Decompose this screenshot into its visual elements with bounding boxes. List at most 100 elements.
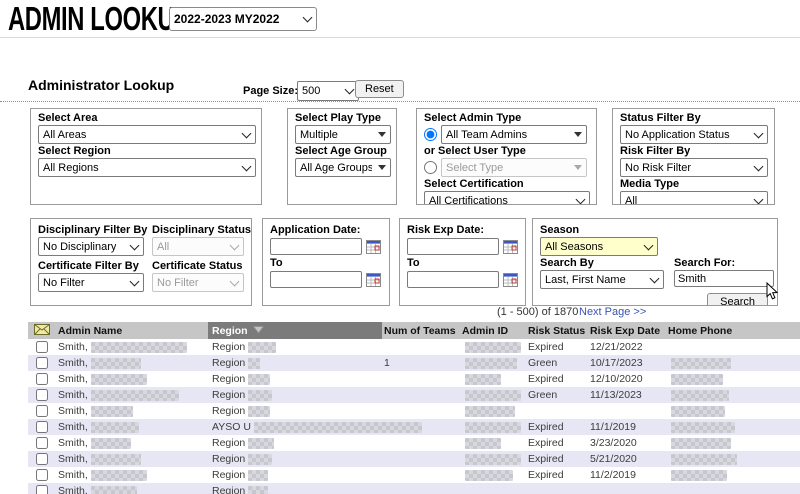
risk-status-cell: Expired: [528, 469, 590, 481]
row-checkbox[interactable]: [36, 389, 48, 401]
search-by-select[interactable]: Last, First Name: [540, 270, 664, 289]
col-risk-status[interactable]: Risk Status: [528, 325, 590, 337]
select-value: All Areas: [43, 129, 86, 141]
email-selected-header[interactable]: [28, 324, 56, 338]
user-type-select: Select Type: [441, 158, 587, 177]
admin-id-cell: [462, 422, 528, 433]
status-filter-select[interactable]: No Application Status: [620, 125, 768, 144]
admin-type-panel: Select Admin Type All Team Admins or Sel…: [416, 108, 597, 205]
row-checkbox[interactable]: [36, 453, 48, 465]
col-num-teams[interactable]: Num of Teams: [382, 325, 462, 337]
risk-exp-from-input[interactable]: [407, 238, 499, 255]
region-cell: Region: [208, 437, 382, 449]
select-value: All: [157, 241, 169, 253]
region-text: Region: [212, 405, 245, 417]
redacted-name: [91, 342, 187, 353]
redacted-region: [248, 438, 274, 449]
risk-exp-to-input[interactable]: [407, 271, 499, 288]
area-label: Select Area: [38, 112, 254, 125]
risk-exp-cell: 3/23/2020: [590, 437, 668, 449]
play-type-select[interactable]: Multiple: [295, 125, 391, 144]
col-risk-exp-date[interactable]: Risk Exp Date: [590, 325, 668, 337]
redacted-admin-id: [465, 358, 517, 369]
search-by-label: Search By: [540, 257, 672, 270]
risk-exp-cell: 11/13/2023: [590, 389, 668, 401]
age-group-label: Select Age Group: [295, 145, 389, 158]
area-select[interactable]: All Areas: [38, 125, 256, 144]
dotted-divider: [0, 101, 800, 102]
next-page-link[interactable]: Next Page >>: [579, 306, 646, 318]
row-select-cell: [28, 485, 56, 494]
row-checkbox[interactable]: [36, 485, 48, 494]
reset-button[interactable]: Reset: [355, 80, 404, 98]
region-cell: Region: [208, 389, 382, 401]
calendar-icon[interactable]: [503, 273, 518, 287]
admin-name-cell: Smith,: [56, 453, 208, 465]
row-checkbox[interactable]: [36, 357, 48, 369]
page-size-select[interactable]: 500: [297, 81, 359, 101]
status-filter-label: Status Filter By: [620, 112, 767, 125]
certificate-status-select: No Filter: [152, 273, 244, 292]
search-for-input[interactable]: [674, 270, 774, 287]
row-checkbox[interactable]: [36, 373, 48, 385]
admin-name-text: Smith,: [58, 405, 88, 417]
home-phone-cell: [668, 438, 800, 449]
section-title: Administrator Lookup: [28, 77, 174, 93]
row-checkbox[interactable]: [36, 437, 48, 449]
disciplinary-filter-select[interactable]: No Disciplinary: [38, 237, 144, 256]
search-button[interactable]: Search: [707, 293, 768, 306]
row-checkbox[interactable]: [36, 469, 48, 481]
redacted-name: [91, 390, 179, 401]
col-region[interactable]: Region: [208, 322, 382, 339]
disciplinary-filter-label: Disciplinary Filter By: [38, 224, 150, 237]
calendar-icon[interactable]: [366, 273, 381, 287]
redacted-phone: [671, 454, 737, 465]
table-row: Smith,Region: [28, 483, 800, 494]
admin-type-select[interactable]: All Team Admins: [441, 125, 587, 144]
redacted-phone: [671, 406, 725, 417]
risk-exp-cell: 5/21/2020: [590, 453, 668, 465]
calendar-icon[interactable]: [503, 240, 518, 254]
region-cell: Region: [208, 405, 382, 417]
num-teams-cell: 1: [382, 357, 462, 369]
risk-exp-cell: 12/10/2020: [590, 373, 668, 385]
pagination-range: (1 - 500) of 1870: [497, 306, 578, 318]
application-date-from-input[interactable]: [270, 238, 362, 255]
redacted-name: [91, 374, 147, 385]
row-checkbox[interactable]: [36, 405, 48, 417]
risk-filter-select[interactable]: No Risk Filter: [620, 158, 768, 177]
user-type-radio[interactable]: [424, 161, 437, 174]
application-date-to-input[interactable]: [270, 271, 362, 288]
admin-id-cell: [462, 438, 528, 449]
membership-year-select[interactable]: 2022-2023 MY2022: [169, 7, 317, 31]
media-type-select[interactable]: All: [620, 191, 768, 205]
age-group-select[interactable]: All Age Groups: [295, 158, 391, 177]
chevron-down-icon: [303, 13, 313, 23]
certification-select[interactable]: All Certifications: [424, 191, 590, 205]
col-admin-name[interactable]: Admin Name: [56, 325, 208, 337]
redacted-name: [91, 406, 133, 417]
row-select-cell: [28, 341, 56, 353]
region-select[interactable]: All Regions: [38, 158, 256, 177]
row-select-cell: [28, 453, 56, 465]
col-admin-id[interactable]: Admin ID: [462, 325, 528, 337]
risk-exp-cell: 10/17/2023: [590, 357, 668, 369]
certificate-filter-label: Certificate Filter By: [38, 260, 150, 273]
certificate-filter-select[interactable]: No Filter: [38, 273, 144, 292]
calendar-icon[interactable]: [366, 240, 381, 254]
row-checkbox[interactable]: [36, 341, 48, 353]
home-phone-cell: [668, 406, 800, 417]
admin-type-radio[interactable]: [424, 128, 437, 141]
redacted-region: [248, 390, 272, 401]
season-select[interactable]: All Seasons: [540, 237, 658, 256]
region-cell: AYSO U: [208, 421, 382, 433]
redacted-name: [91, 422, 139, 433]
risk-exp-cell: 11/2/2019: [590, 469, 668, 481]
row-checkbox[interactable]: [36, 421, 48, 433]
table-row: Smith,AYSO UExpired11/1/2019: [28, 419, 800, 435]
col-home-phone[interactable]: Home Phone: [668, 325, 800, 337]
row-select-cell: [28, 437, 56, 449]
admin-id-cell: [462, 342, 528, 353]
col-region-label: Region: [212, 325, 248, 337]
triangle-down-icon: [574, 132, 582, 137]
